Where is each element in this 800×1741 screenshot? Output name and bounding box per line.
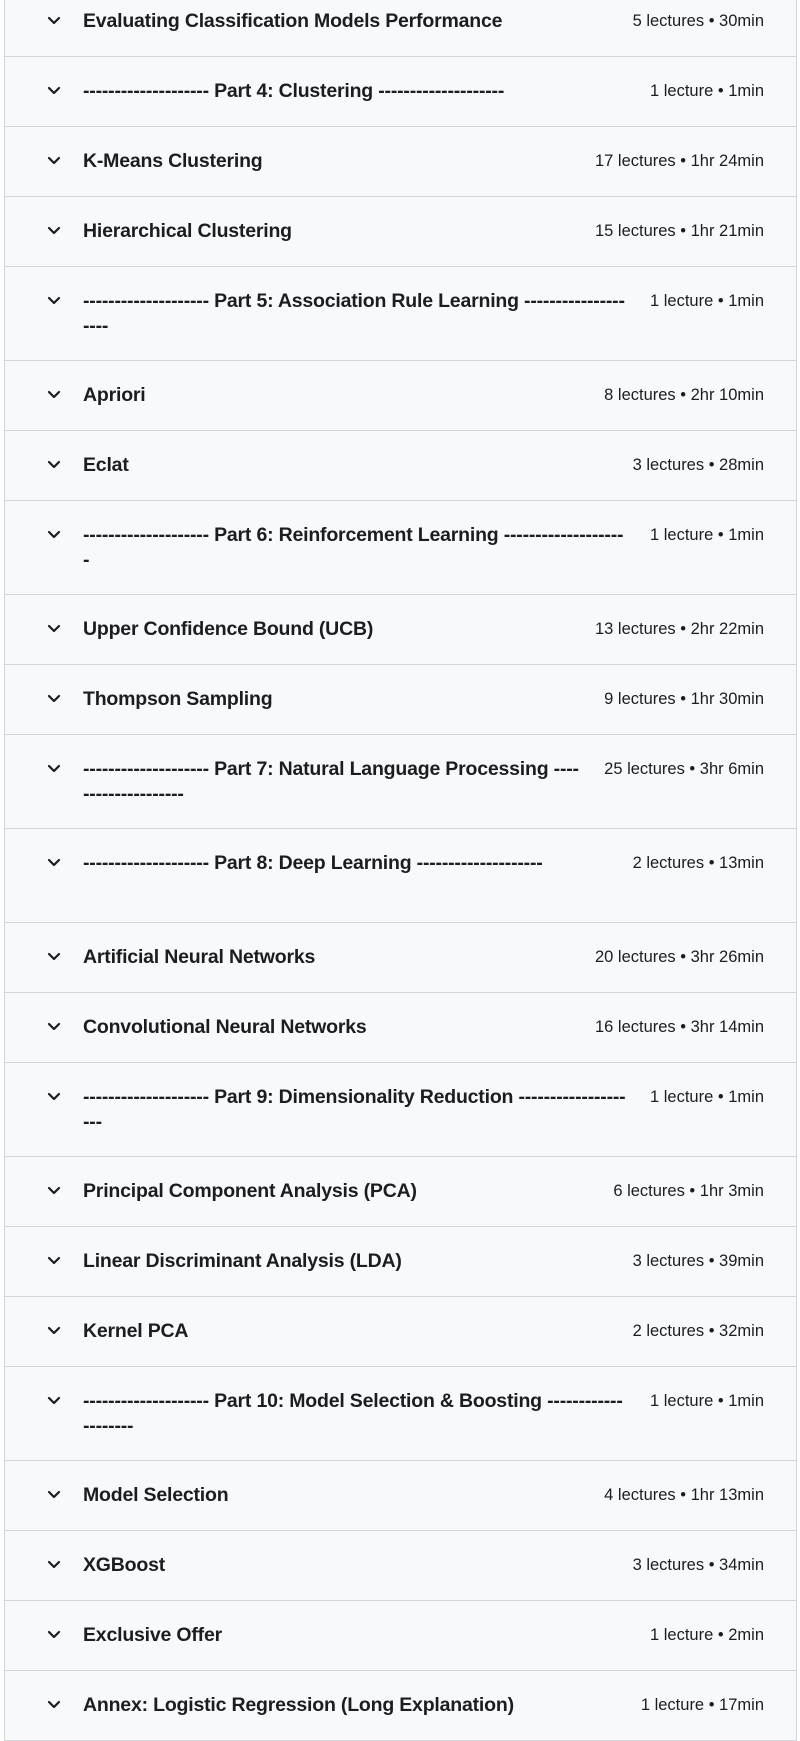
chevron-down-icon[interactable] bbox=[45, 79, 63, 103]
chevron-down-icon[interactable] bbox=[45, 617, 63, 641]
section-title: -------------------- Part 10: Model Sele… bbox=[83, 1390, 623, 1437]
chevron-down-icon[interactable] bbox=[45, 945, 63, 969]
curriculum-section-18[interactable]: Kernel PCA 2 lectures • 32min bbox=[5, 1297, 796, 1367]
section-title: -------------------- Part 4: Clustering … bbox=[83, 80, 505, 102]
chevron-down-icon[interactable] bbox=[45, 1015, 63, 1039]
chevron-down-icon[interactable] bbox=[45, 1483, 63, 1507]
chevron-down-icon[interactable] bbox=[45, 1623, 63, 1647]
curriculum-section-6[interactable]: Apriori 8 lectures • 2hr 10min bbox=[5, 361, 796, 431]
chevron-down-icon[interactable] bbox=[45, 1179, 63, 1203]
chevron-down-icon[interactable] bbox=[45, 453, 63, 477]
curriculum-section-11[interactable]: -------------------- Part 7: Natural Lan… bbox=[5, 735, 796, 829]
section-lecture-count-duration: 3 lectures • 28min bbox=[632, 456, 764, 474]
section-lecture-count-duration: 3 lectures • 39min bbox=[632, 1252, 764, 1270]
section-title: Hierarchical Clustering bbox=[83, 220, 292, 242]
section-title: Thompson Sampling bbox=[83, 688, 273, 710]
section-lecture-count-duration: 25 lectures • 3hr 6min bbox=[604, 760, 764, 778]
section-title: Linear Discriminant Analysis (LDA) bbox=[83, 1250, 402, 1272]
curriculum-section-16[interactable]: Principal Component Analysis (PCA) 6 lec… bbox=[5, 1157, 796, 1227]
section-title: Apriori bbox=[83, 384, 146, 406]
chevron-down-icon[interactable] bbox=[45, 149, 63, 173]
chevron-down-icon[interactable] bbox=[45, 851, 63, 875]
section-lecture-count-duration: 4 lectures • 1hr 13min bbox=[604, 1486, 764, 1504]
section-title: -------------------- Part 9: Dimensional… bbox=[83, 1086, 626, 1133]
curriculum-section-5[interactable]: -------------------- Part 5: Association… bbox=[5, 267, 796, 361]
chevron-down-icon[interactable] bbox=[45, 757, 63, 781]
section-lecture-count-duration: 1 lecture • 1min bbox=[650, 82, 764, 100]
chevron-down-icon[interactable] bbox=[45, 9, 63, 33]
chevron-down-icon[interactable] bbox=[45, 1553, 63, 1577]
section-title: -------------------- Part 6: Reinforceme… bbox=[83, 524, 624, 571]
section-lecture-count-duration: 8 lectures • 2hr 10min bbox=[604, 386, 764, 404]
curriculum-section-14[interactable]: Convolutional Neural Networks 16 lecture… bbox=[5, 993, 796, 1063]
curriculum-section-4[interactable]: Hierarchical Clustering 15 lectures • 1h… bbox=[5, 197, 796, 267]
chevron-down-icon[interactable] bbox=[45, 1085, 63, 1109]
section-title: Principal Component Analysis (PCA) bbox=[83, 1180, 417, 1202]
curriculum-section-23[interactable]: Annex: Logistic Regression (Long Explana… bbox=[5, 1671, 796, 1741]
section-title: -------------------- Part 8: Deep Learni… bbox=[83, 852, 543, 874]
curriculum-section-17[interactable]: Linear Discriminant Analysis (LDA) 3 lec… bbox=[5, 1227, 796, 1297]
section-title: Convolutional Neural Networks bbox=[83, 1016, 367, 1038]
chevron-down-icon[interactable] bbox=[45, 687, 63, 711]
section-lecture-count-duration: 1 lecture • 1min bbox=[650, 526, 764, 544]
curriculum-section-1[interactable]: Evaluating Classification Models Perform… bbox=[5, 0, 796, 57]
curriculum-section-12[interactable]: -------------------- Part 8: Deep Learni… bbox=[5, 829, 796, 923]
chevron-down-icon[interactable] bbox=[45, 383, 63, 407]
chevron-down-icon[interactable] bbox=[45, 1249, 63, 1273]
section-title: Eclat bbox=[83, 454, 129, 476]
section-lecture-count-duration: 5 lectures • 30min bbox=[632, 12, 764, 30]
section-lecture-count-duration: 6 lectures • 1hr 3min bbox=[613, 1182, 764, 1200]
section-lecture-count-duration: 3 lectures • 34min bbox=[632, 1556, 764, 1574]
curriculum-section-15[interactable]: -------------------- Part 9: Dimensional… bbox=[5, 1063, 796, 1157]
section-title: Annex: Logistic Regression (Long Explana… bbox=[83, 1694, 514, 1716]
section-lecture-count-duration: 2 lectures • 13min bbox=[632, 854, 764, 872]
curriculum-section-13[interactable]: Artificial Neural Networks 20 lectures •… bbox=[5, 923, 796, 993]
section-title: Artificial Neural Networks bbox=[83, 946, 316, 968]
section-lecture-count-duration: 17 lectures • 1hr 24min bbox=[594, 152, 764, 170]
section-title: Kernel PCA bbox=[83, 1320, 189, 1342]
curriculum-section-22[interactable]: Exclusive Offer 1 lecture • 2min bbox=[5, 1601, 796, 1671]
chevron-down-icon[interactable] bbox=[45, 1389, 63, 1413]
chevron-down-icon[interactable] bbox=[45, 1693, 63, 1717]
section-lecture-count-duration: 2 lectures • 32min bbox=[632, 1322, 764, 1340]
section-lecture-count-duration: 13 lectures • 2hr 22min bbox=[594, 620, 764, 638]
section-lecture-count-duration: 1 lecture • 17min bbox=[640, 1696, 764, 1714]
chevron-down-icon[interactable] bbox=[45, 523, 63, 547]
section-title: -------------------- Part 5: Association… bbox=[83, 290, 625, 337]
section-title: XGBoost bbox=[83, 1554, 166, 1576]
curriculum-section-7[interactable]: Eclat 3 lectures • 28min bbox=[5, 431, 796, 501]
section-title: Evaluating Classification Models Perform… bbox=[83, 10, 503, 32]
section-lecture-count-duration: 1 lecture • 1min bbox=[650, 1392, 764, 1410]
section-lecture-count-duration: 1 lecture • 1min bbox=[650, 1088, 764, 1106]
course-curriculum: Evaluating Classification Models Perform… bbox=[4, 0, 797, 1741]
curriculum-section-8[interactable]: -------------------- Part 6: Reinforceme… bbox=[5, 501, 796, 595]
curriculum-section-2[interactable]: -------------------- Part 4: Clustering … bbox=[5, 57, 796, 127]
section-lecture-count-duration: 1 lecture • 1min bbox=[650, 292, 764, 310]
chevron-down-icon[interactable] bbox=[45, 219, 63, 243]
chevron-down-icon[interactable] bbox=[45, 1319, 63, 1343]
curriculum-section-3[interactable]: K-Means Clustering 17 lectures • 1hr 24m… bbox=[5, 127, 796, 197]
section-title: K-Means Clustering bbox=[83, 150, 263, 172]
section-lecture-count-duration: 20 lectures • 3hr 26min bbox=[594, 948, 764, 966]
section-title: -------------------- Part 7: Natural Lan… bbox=[83, 758, 579, 805]
section-lecture-count-duration: 9 lectures • 1hr 30min bbox=[604, 690, 764, 708]
curriculum-section-19[interactable]: -------------------- Part 10: Model Sele… bbox=[5, 1367, 796, 1461]
curriculum-section-10[interactable]: Thompson Sampling 9 lectures • 1hr 30min bbox=[5, 665, 796, 735]
section-lecture-count-duration: 16 lectures • 3hr 14min bbox=[594, 1018, 764, 1036]
curriculum-section-21[interactable]: XGBoost 3 lectures • 34min bbox=[5, 1531, 796, 1601]
section-lecture-count-duration: 1 lecture • 2min bbox=[650, 1626, 764, 1644]
section-title: Upper Confidence Bound (UCB) bbox=[83, 618, 374, 640]
section-title: Model Selection bbox=[83, 1484, 229, 1506]
curriculum-section-9[interactable]: Upper Confidence Bound (UCB) 13 lectures… bbox=[5, 595, 796, 665]
section-title: Exclusive Offer bbox=[83, 1624, 222, 1646]
section-lecture-count-duration: 15 lectures • 1hr 21min bbox=[594, 222, 764, 240]
curriculum-section-20[interactable]: Model Selection 4 lectures • 1hr 13min bbox=[5, 1461, 796, 1531]
chevron-down-icon[interactable] bbox=[45, 289, 63, 313]
